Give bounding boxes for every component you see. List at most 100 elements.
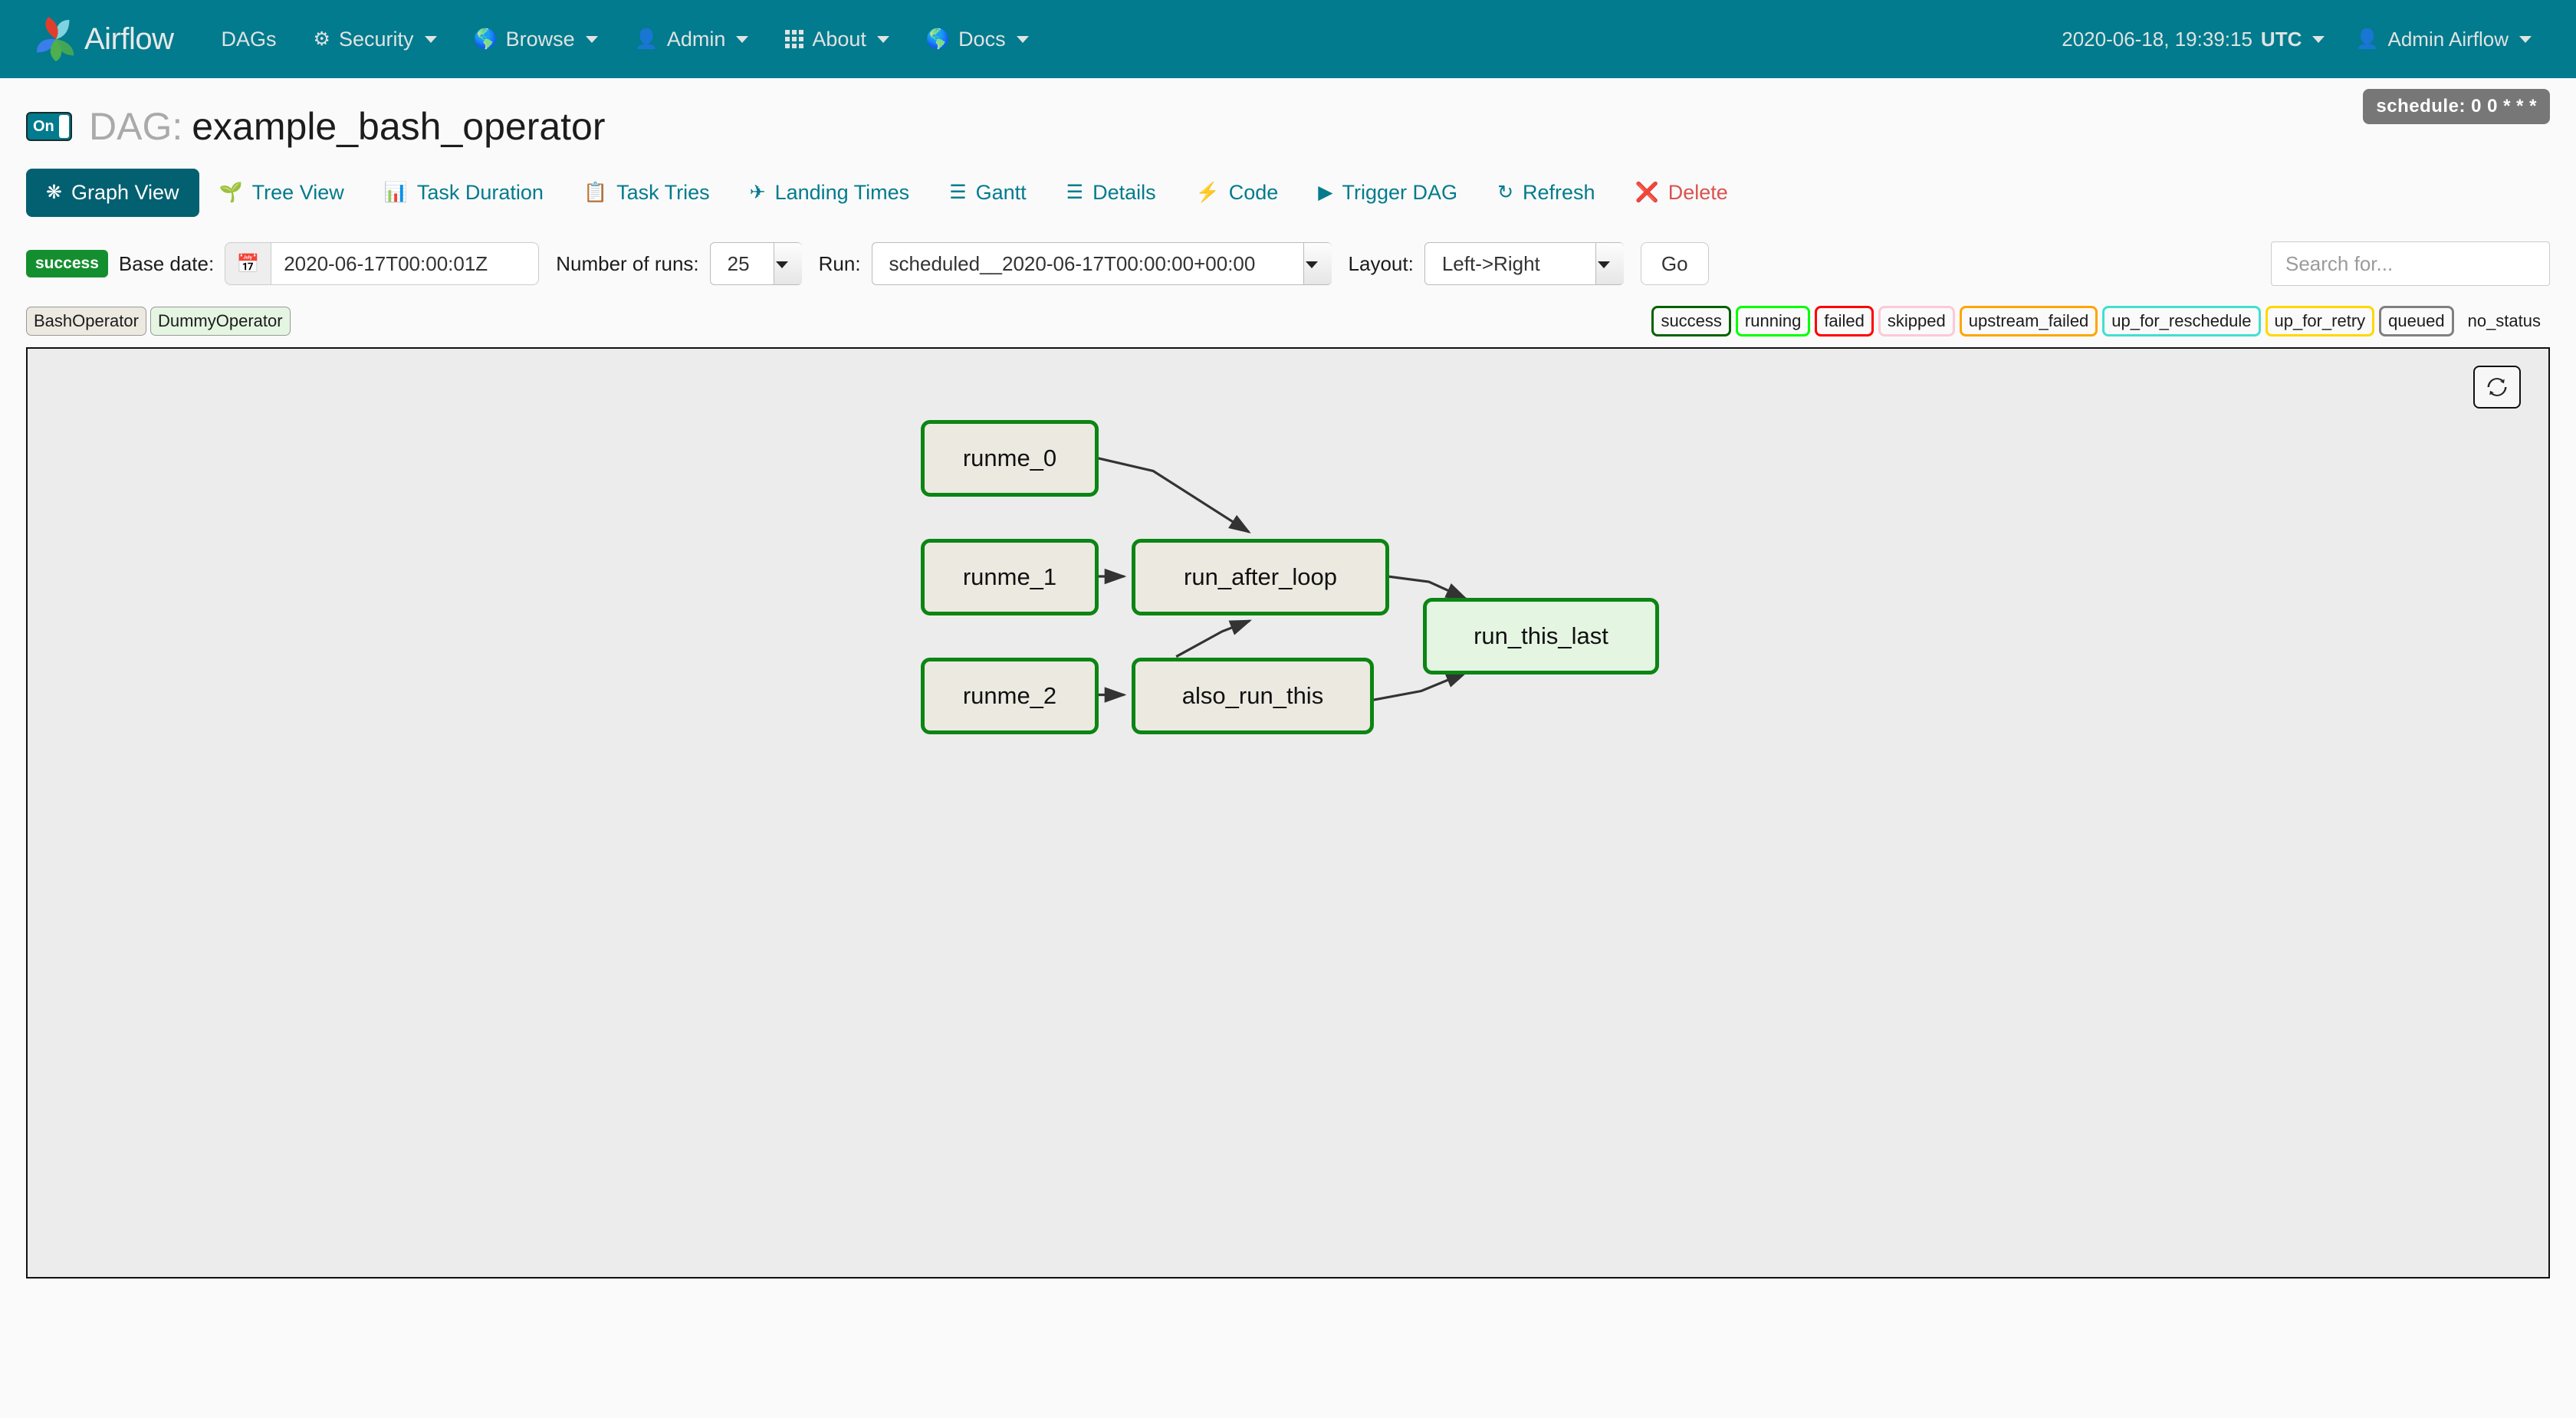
tab-delete[interactable]: ❌ Delete (1615, 169, 1748, 217)
status-legend-up-for-reschedule[interactable]: up_for_reschedule (2102, 306, 2260, 336)
chevron-down-icon (1017, 36, 1029, 43)
gears-icon: ⚙ (314, 30, 330, 49)
tree-icon: 🌱 (219, 183, 243, 202)
graph-refresh-button[interactable] (2473, 366, 2521, 409)
status-legend: success running failed skipped upstream_… (1651, 306, 2550, 336)
timezone-label: UTC (2261, 28, 2302, 51)
number-of-runs-select[interactable]: 25 (710, 242, 802, 285)
tab-label-trigger-dag: Trigger DAG (1342, 181, 1458, 205)
base-date-input-group: 📅 (225, 242, 539, 285)
bar-chart-icon: 📊 (384, 183, 408, 202)
dag-title-row: On DAG: example_bash_operator schedule: … (26, 78, 2550, 149)
schedule-badge: schedule: 0 0 * * * (2363, 89, 2550, 124)
tab-label-details: Details (1092, 181, 1156, 205)
tab-label-refresh: Refresh (1523, 181, 1595, 205)
chevron-down-icon (425, 36, 437, 43)
task-node-run-this-last[interactable]: run_this_last (1423, 598, 1659, 675)
filter-bar: success Base date: 📅 Number of runs: 25 … (26, 240, 2550, 287)
run-select[interactable]: scheduled__2020-06-17T00:00:00+00:00 (872, 242, 1332, 285)
layout-label: Layout: (1349, 252, 1414, 276)
navbar-links: DAGs ⚙ Security 🌎 Browse 👤 Admin About 🌎… (203, 28, 1047, 51)
task-node-label: runme_1 (963, 563, 1056, 591)
nav-item-admin[interactable]: 👤 Admin (616, 28, 767, 51)
tab-label-graph-view: Graph View (71, 181, 179, 205)
number-of-runs-select-wrap: 25 (710, 242, 819, 285)
tab-details[interactable]: ☰ Details (1046, 169, 1176, 217)
delete-circle-icon: ❌ (1635, 183, 1659, 202)
status-legend-upstream-failed[interactable]: upstream_failed (1960, 306, 2098, 336)
clock-timezone-menu[interactable]: 2020-06-18, 19:39:15 UTC (2046, 28, 2340, 51)
nav-item-security[interactable]: ⚙ Security (295, 28, 455, 51)
user-menu[interactable]: 👤 Admin Airflow (2340, 28, 2547, 51)
task-node-label: run_this_last (1474, 622, 1608, 650)
chevron-down-icon (2312, 36, 2325, 43)
base-date-input[interactable] (271, 242, 539, 285)
run-select-wrap: scheduled__2020-06-17T00:00:00+00:00 (872, 242, 1349, 285)
airflow-pinwheel-logo (32, 15, 80, 63)
tab-gantt[interactable]: ☰ Gantt (929, 169, 1046, 217)
dag-status-badge: success (26, 250, 108, 277)
chevron-down-icon (2519, 36, 2532, 43)
play-circle-icon: ▶ (1318, 183, 1332, 202)
task-node-also-run-this[interactable]: also_run_this (1132, 658, 1374, 734)
tab-graph-view[interactable]: ❋ Graph View (26, 169, 199, 217)
status-legend-failed[interactable]: failed (1815, 306, 1874, 336)
tab-tree-view[interactable]: 🌱 Tree View (199, 169, 364, 217)
user-label: Admin Airflow (2388, 28, 2509, 51)
go-button[interactable]: Go (1641, 242, 1709, 285)
layout-select-wrap: Left->Right (1424, 242, 1641, 285)
airflow-brand[interactable]: Airflow (32, 15, 174, 63)
user-icon: 👤 (635, 30, 659, 49)
nav-item-docs[interactable]: 🌎 Docs (908, 28, 1047, 51)
nav-label-about: About (812, 28, 866, 51)
legend-row: BashOperator DummyOperator success runni… (26, 306, 2550, 336)
status-legend-success[interactable]: success (1651, 306, 1730, 336)
tab-label-landing-times: Landing Times (775, 181, 910, 205)
tab-task-tries[interactable]: 📋 Task Tries (564, 169, 730, 217)
run-label: Run: (819, 252, 861, 276)
dag-pause-toggle[interactable]: On (26, 112, 72, 141)
tab-trigger-dag[interactable]: ▶ Trigger DAG (1298, 169, 1477, 217)
status-legend-queued[interactable]: queued (2379, 306, 2453, 336)
bolt-icon: ⚡ (1196, 183, 1220, 202)
tab-task-duration[interactable]: 📊 Task Duration (364, 169, 564, 217)
plane-icon: ✈ (750, 183, 766, 202)
nav-item-dags[interactable]: DAGs (203, 28, 295, 51)
task-node-runme-0[interactable]: runme_0 (921, 420, 1099, 497)
tab-code[interactable]: ⚡ Code (1176, 169, 1299, 217)
status-legend-running[interactable]: running (1736, 306, 1810, 336)
globe-icon: 🌎 (474, 30, 498, 49)
refresh-icon (2486, 376, 2509, 399)
calendar-icon[interactable]: 📅 (225, 242, 271, 285)
toggle-state-label: On (29, 118, 59, 136)
task-node-runme-2[interactable]: runme_2 (921, 658, 1099, 734)
tab-refresh[interactable]: ↻ Refresh (1477, 169, 1615, 217)
status-legend-skipped[interactable]: skipped (1878, 306, 1955, 336)
tab-landing-times[interactable]: ✈ Landing Times (730, 169, 930, 217)
grid-icon (785, 30, 803, 48)
task-node-label: also_run_this (1182, 682, 1323, 710)
tab-label-gantt: Gantt (976, 181, 1027, 205)
page-content: On DAG: example_bash_operator schedule: … (0, 78, 2576, 1278)
toggle-knob (59, 115, 69, 138)
operator-badge-dummyoperator[interactable]: DummyOperator (150, 307, 291, 336)
task-node-run-after-loop[interactable]: run_after_loop (1132, 539, 1389, 615)
nav-label-docs: Docs (958, 28, 1006, 51)
refresh-icon: ↻ (1497, 183, 1513, 202)
layout-select[interactable]: Left->Right (1424, 242, 1624, 285)
nav-item-about[interactable]: About (767, 28, 908, 51)
nav-item-browse[interactable]: 🌎 Browse (455, 28, 616, 51)
tab-label-task-duration: Task Duration (417, 181, 544, 205)
align-left-icon: ☰ (949, 183, 966, 202)
search-input[interactable] (2271, 241, 2550, 286)
clock-text: 2020-06-18, 19:39:15 (2062, 28, 2252, 51)
asterisk-icon: ❋ (46, 183, 62, 202)
task-node-runme-1[interactable]: runme_1 (921, 539, 1099, 615)
user-icon: 👤 (2355, 30, 2379, 49)
status-legend-no-status[interactable]: no_status (2459, 306, 2550, 336)
globe-icon: 🌎 (926, 30, 950, 49)
operator-badge-bashoperator[interactable]: BashOperator (26, 307, 146, 336)
status-legend-up-for-retry[interactable]: up_for_retry (2266, 306, 2375, 336)
dag-graph-canvas[interactable]: runme_0 runme_1 runme_2 run_after_loop a… (26, 347, 2550, 1278)
base-date-label: Base date: (119, 252, 214, 276)
